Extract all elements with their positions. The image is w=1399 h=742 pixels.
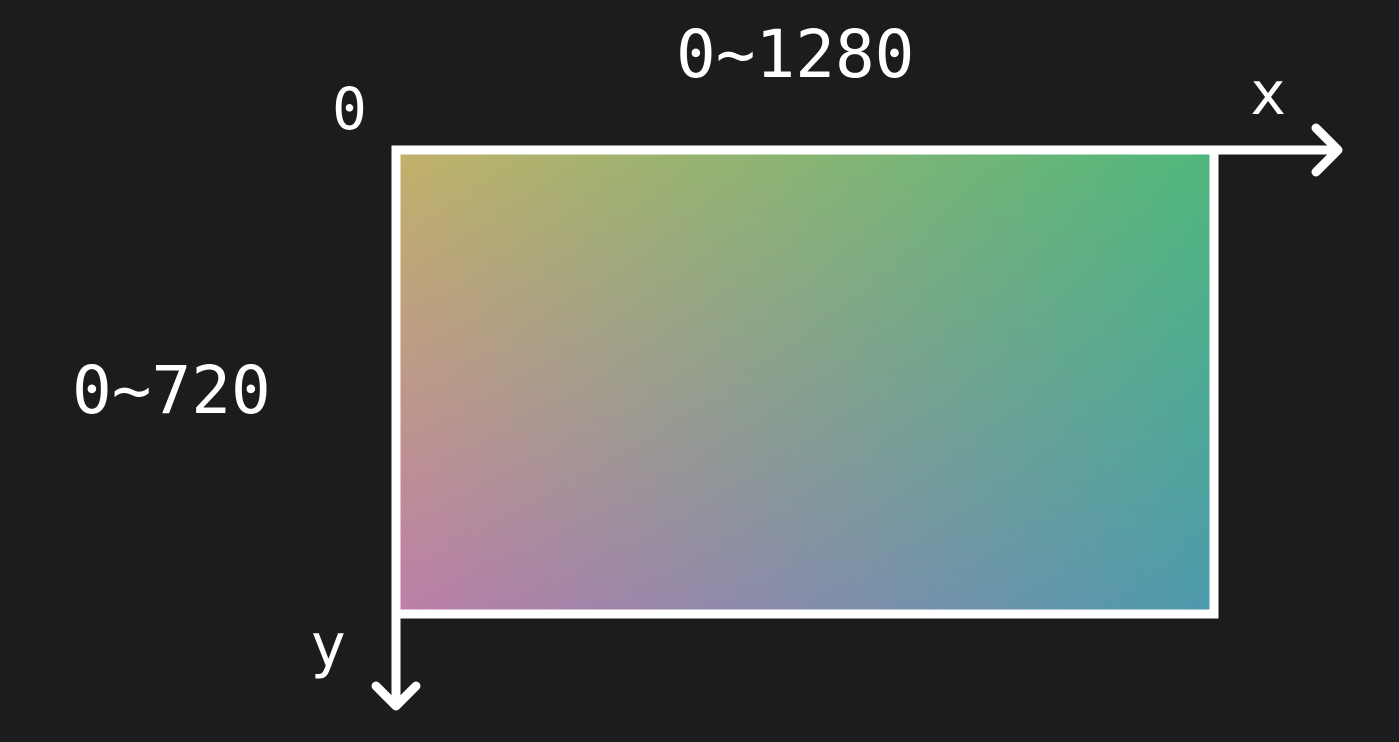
y-axis-label: y: [310, 611, 347, 681]
height-range-label: 0~720: [72, 352, 271, 429]
origin-label: 0: [332, 75, 367, 143]
x-axis-label: x: [1250, 59, 1287, 129]
gradient-screen-area-bottom: [396, 150, 1214, 614]
coordinate-diagram: 0 0~1280 0~720 x y: [0, 0, 1399, 742]
width-range-label: 0~1280: [676, 16, 915, 93]
